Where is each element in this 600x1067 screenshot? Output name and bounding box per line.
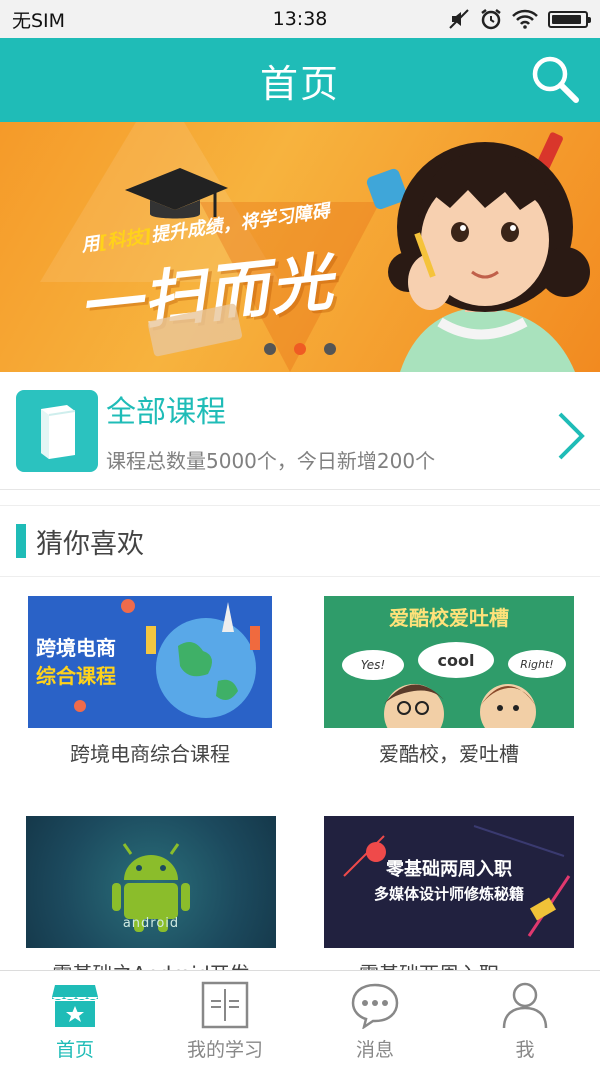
course-title: 跨境电商综合课程: [70, 742, 230, 766]
nav-label: 我的学习: [186, 1039, 263, 1061]
pagination-dot[interactable]: [264, 343, 276, 355]
course-thumbnail: 零基础两周入职 多媒体设计师修炼秘籍: [324, 816, 574, 948]
cartoon-faces-illustration: [384, 684, 536, 728]
search-icon[interactable]: [528, 52, 582, 106]
nav-item-my-learning[interactable]: 我的学习: [150, 971, 300, 1067]
alarm-icon: [481, 9, 501, 30]
section-header: 猜你喜欢: [0, 505, 600, 577]
book-icon: [201, 981, 249, 1029]
nav-item-me[interactable]: 我: [450, 971, 600, 1067]
girl-illustration: [366, 132, 590, 372]
nav-item-messages[interactable]: 消息: [300, 971, 450, 1067]
nav-label: 我: [515, 1039, 535, 1061]
battery-icon: [548, 10, 591, 28]
section-accent-bar: [16, 524, 26, 558]
course-thumbnail: android: [26, 816, 276, 948]
carrier-label: 无SIM: [12, 9, 66, 32]
all-courses-text: 全部课程 课程总数量5000个，今日新增200个: [106, 387, 435, 474]
section-title: 猜你喜欢: [36, 528, 144, 560]
thumbnail-text: 零基础两周入职 多媒体设计师修炼秘籍: [373, 859, 524, 903]
course-card[interactable]: 零基础两周入职 多媒体设计师修炼秘籍 零基础两周入职——: [324, 816, 574, 987]
app-header: 首页: [0, 38, 600, 122]
status-bar: 无SIM 13:38: [0, 0, 600, 38]
wifi-icon: [512, 9, 538, 29]
all-courses-title: 全部课程: [106, 395, 226, 430]
nav-item-home[interactable]: 首页: [0, 971, 150, 1067]
bottom-nav: 首页 我的学习 消息 我: [0, 970, 600, 1067]
all-courses-subtitle: 课程总数量5000个，今日新增200个: [106, 449, 436, 473]
chevron-right-icon[interactable]: [556, 410, 586, 462]
home-store-icon: [52, 985, 98, 1027]
banner-pagination: [0, 343, 600, 355]
course-card[interactable]: 爱酷校爱吐槽 Yes! cool Right! 爱酷校，爱吐槽: [324, 596, 574, 767]
nav-label: 消息: [355, 1039, 394, 1061]
course-card[interactable]: android 零基础之Android开发: [26, 816, 276, 987]
book-icon: [16, 389, 98, 472]
course-thumbnail: 跨境电商 综合课程: [28, 596, 272, 728]
user-icon: [502, 982, 548, 1029]
nav-label: 首页: [55, 1039, 94, 1061]
promo-banner[interactable]: 用[科技]提升成绩，将学习障碍 一扫而光: [0, 122, 600, 372]
message-icon: [351, 983, 399, 1029]
course-title: 爱酷校，爱吐槽: [379, 742, 519, 766]
pagination-dot[interactable]: [324, 343, 336, 355]
course-card[interactable]: 跨境电商 综合课程 跨境电商综合课程: [28, 596, 272, 767]
pagination-dot[interactable]: [294, 343, 306, 355]
thumbnail-text: android: [122, 916, 180, 931]
page-title: 首页: [259, 61, 340, 106]
status-icons: [448, 8, 591, 30]
all-courses-entry[interactable]: 全部课程 课程总数量5000个，今日新增200个: [0, 372, 600, 490]
thumbnail-text: 跨境电商 综合课程: [36, 636, 116, 688]
course-thumbnail: 爱酷校爱吐槽 Yes! cool Right!: [324, 596, 574, 728]
mute-icon: [449, 9, 469, 29]
